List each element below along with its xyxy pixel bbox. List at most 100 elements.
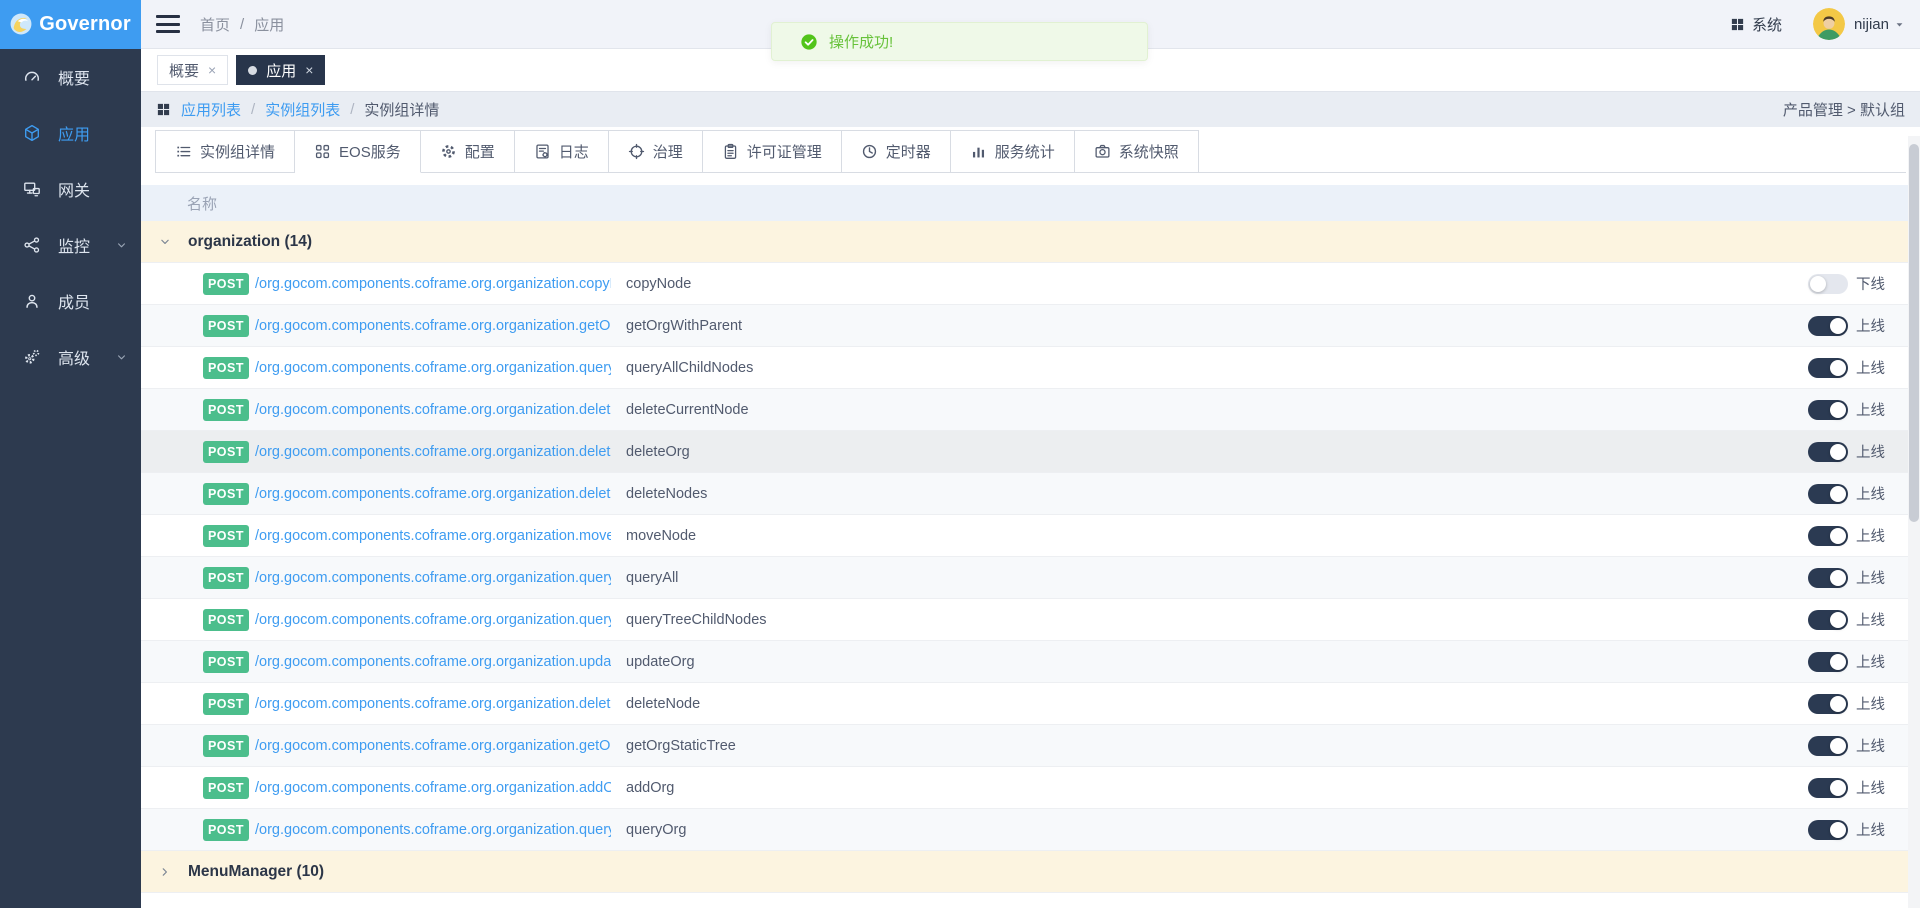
status-toggle[interactable] (1808, 316, 1848, 336)
toggle-knob (1830, 780, 1846, 796)
service-name: deleteOrg (626, 444, 1808, 460)
sidebar-item-网关[interactable]: 网关 (0, 161, 141, 217)
tab-label: 配置 (465, 141, 495, 162)
caret-down-icon (1893, 18, 1906, 31)
service-path-link[interactable]: /org.gocom.components.coframe.org.organi… (255, 654, 611, 670)
method-badge: POST (203, 357, 249, 379)
toggle-knob (1830, 612, 1846, 628)
table-header-row: 名称 (141, 185, 1908, 221)
service-name: deleteCurrentNode (626, 402, 1808, 418)
status-toggle[interactable] (1808, 484, 1848, 504)
service-row-copyNode: POST/org.gocom.components.coframe.org.or… (141, 263, 1908, 305)
toggle-knob (1810, 276, 1826, 292)
vertical-scrollbar[interactable] (1908, 136, 1920, 908)
system-menu[interactable]: 系统 (1730, 14, 1782, 35)
service-row-moveNode: POST/org.gocom.components.coframe.org.or… (141, 515, 1908, 557)
sidebar-item-成员[interactable]: 成员 (0, 273, 141, 329)
status-toggle[interactable] (1808, 694, 1848, 714)
tab-实例组详情[interactable]: 实例组详情 (155, 130, 295, 173)
workspace-tab-应用[interactable]: 应用× (236, 55, 325, 85)
toggle-knob (1830, 486, 1846, 502)
status-toggle[interactable] (1808, 358, 1848, 378)
status-toggle[interactable] (1808, 526, 1848, 546)
service-path-link[interactable]: /org.gocom.components.coframe.org.organi… (255, 528, 611, 544)
service-path-link[interactable]: /org.gocom.components.coframe.org.organi… (255, 570, 611, 586)
service-path-link[interactable]: /org.gocom.components.coframe.org.organi… (255, 276, 611, 292)
app-logo[interactable]: Governor (0, 0, 141, 49)
toggle-knob (1830, 528, 1846, 544)
service-path-link[interactable]: /org.gocom.components.coframe.org.organi… (255, 360, 611, 376)
status-toggle[interactable] (1808, 652, 1848, 672)
tab-定时器[interactable]: 定时器 (842, 130, 951, 173)
breadcrumb-link-instance-group-list[interactable]: 实例组列表 (265, 99, 340, 120)
status-toggle[interactable] (1808, 442, 1848, 462)
status-label: 上线 (1856, 819, 1885, 840)
status-label: 上线 (1856, 441, 1885, 462)
service-path-link[interactable]: /org.gocom.components.coframe.org.organi… (255, 318, 611, 334)
tab-EOS服务[interactable]: EOS服务 (295, 130, 421, 173)
tab-配置[interactable]: 配置 (421, 130, 515, 173)
service-path-link[interactable]: /org.gocom.components.coframe.org.organi… (255, 612, 611, 628)
chevron-right-icon[interactable] (158, 865, 172, 879)
method-badge: POST (203, 819, 249, 841)
service-path-link[interactable]: /org.gocom.components.coframe.org.organi… (255, 780, 611, 796)
sidebar-item-应用[interactable]: 应用 (0, 105, 141, 161)
status-toggle[interactable] (1808, 610, 1848, 630)
method-badge: POST (203, 399, 249, 421)
tab-服务统计[interactable]: 服务统计 (951, 130, 1075, 173)
system-label: 系统 (1752, 14, 1782, 35)
close-icon[interactable]: × (208, 62, 216, 78)
chevron-down-icon[interactable] (158, 235, 172, 249)
method-badge: POST (203, 483, 249, 505)
toggle-knob (1830, 696, 1846, 712)
tab-日志[interactable]: 日志 (515, 130, 609, 173)
status-label: 上线 (1856, 567, 1885, 588)
group-row-MenuManager[interactable]: MenuManager (10) (141, 851, 1908, 893)
group-row-organization[interactable]: organization (14) (141, 221, 1908, 263)
tab-系统快照[interactable]: 系统快照 (1075, 130, 1199, 173)
group-name: organization (14) (188, 233, 312, 251)
service-row-getOrgWithParent: POST/org.gocom.components.coframe.org.or… (141, 305, 1908, 347)
breadcrumb-link-app-list[interactable]: 应用列表 (181, 99, 241, 120)
scrollbar-thumb[interactable] (1909, 144, 1919, 522)
service-row-deleteNodes: POST/org.gocom.components.coframe.org.or… (141, 473, 1908, 515)
avatar-person-icon (1813, 8, 1845, 40)
user-menu[interactable]: nijian (1854, 16, 1906, 33)
service-row-getOrgStaticTree: POST/org.gocom.components.coframe.org.or… (141, 725, 1908, 767)
service-path-link[interactable]: /org.gocom.components.coframe.org.organi… (255, 444, 611, 460)
sidebar-item-监控[interactable]: 监控 (0, 217, 141, 273)
sidebar-item-高级[interactable]: 高级 (0, 329, 141, 385)
avatar[interactable] (1813, 8, 1845, 40)
dashboard-icon (23, 68, 41, 86)
service-row-deleteOrg: POST/org.gocom.components.coframe.org.or… (141, 431, 1908, 473)
service-path-link[interactable]: /org.gocom.components.coframe.org.organi… (255, 822, 611, 838)
timer-icon (861, 143, 878, 160)
method-badge: POST (203, 315, 249, 337)
status-toggle[interactable] (1808, 820, 1848, 840)
status-toggle[interactable] (1808, 400, 1848, 420)
status-toggle[interactable] (1808, 274, 1848, 294)
status-toggle[interactable] (1808, 568, 1848, 588)
workspace-tab-概要[interactable]: 概要× (157, 55, 228, 85)
main-area: 概要×应用× 应用列表 / 实例组列表 / 实例组详情 产品管理 > 默认组 实… (141, 49, 1920, 908)
menu-toggle-icon[interactable] (156, 15, 180, 33)
tab-许可证管理[interactable]: 许可证管理 (703, 130, 842, 173)
service-path-link[interactable]: /org.gocom.components.coframe.org.organi… (255, 486, 611, 502)
service-row-queryOrg: POST/org.gocom.components.coframe.org.or… (141, 809, 1908, 851)
service-status: 上线 (1808, 441, 1908, 462)
close-icon[interactable]: × (305, 62, 313, 78)
service-path-link[interactable]: /org.gocom.components.coframe.org.organi… (255, 738, 611, 754)
tab-治理[interactable]: 治理 (609, 130, 703, 173)
toast-message: 操作成功! (829, 31, 893, 52)
governance-icon (628, 143, 645, 160)
service-path-link[interactable]: /org.gocom.components.coframe.org.organi… (255, 402, 611, 418)
status-toggle[interactable] (1808, 778, 1848, 798)
services-icon (314, 143, 331, 160)
check-circle-icon (800, 33, 818, 51)
list-icon (175, 143, 192, 160)
service-name: moveNode (626, 528, 1808, 544)
service-path-link[interactable]: /org.gocom.components.coframe.org.organi… (255, 696, 611, 712)
header-breadcrumb-home[interactable]: 首页 (200, 14, 230, 35)
sidebar-item-概要[interactable]: 概要 (0, 49, 141, 105)
status-toggle[interactable] (1808, 736, 1848, 756)
